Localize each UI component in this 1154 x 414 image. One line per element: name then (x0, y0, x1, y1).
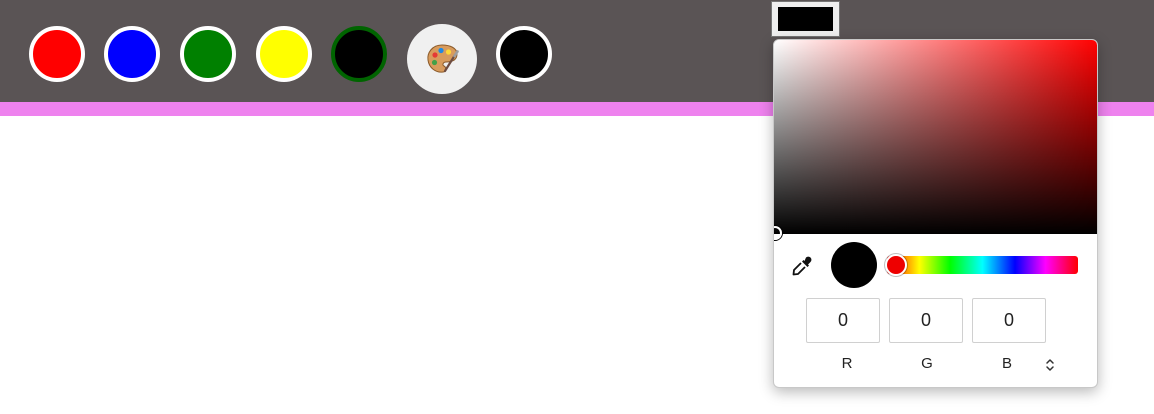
red-input[interactable] (806, 298, 880, 343)
eyedropper-button[interactable] (790, 254, 814, 278)
chevron-up-down-icon (1046, 359, 1054, 371)
color-picker-popup: R G B (773, 39, 1098, 388)
swatch-custom[interactable] (496, 26, 552, 82)
red-label: R (841, 355, 853, 372)
swatch-yellow[interactable] (256, 26, 312, 82)
custom-color-button[interactable] (407, 24, 477, 94)
blue-label: B (1001, 355, 1012, 372)
swatch-red[interactable] (29, 26, 85, 82)
eyedropper-icon (792, 256, 812, 276)
color-input[interactable] (771, 1, 840, 37)
hue-slider-thumb[interactable] (885, 254, 907, 276)
color-input-fill (778, 7, 833, 31)
hue-slider[interactable] (885, 254, 1078, 276)
swatch-green[interactable] (180, 26, 236, 82)
swatch-black-selected[interactable] (331, 26, 387, 82)
saturation-value-area[interactable] (774, 40, 1097, 240)
swatch-blue[interactable] (104, 26, 160, 82)
artist-palette-icon (427, 44, 459, 73)
saturation-value-handle[interactable] (774, 226, 782, 240)
format-toggle-button[interactable] (1040, 356, 1060, 374)
green-label: G (921, 355, 933, 372)
green-input[interactable] (889, 298, 963, 343)
blue-input[interactable] (972, 298, 1046, 343)
current-color-preview (831, 242, 877, 288)
